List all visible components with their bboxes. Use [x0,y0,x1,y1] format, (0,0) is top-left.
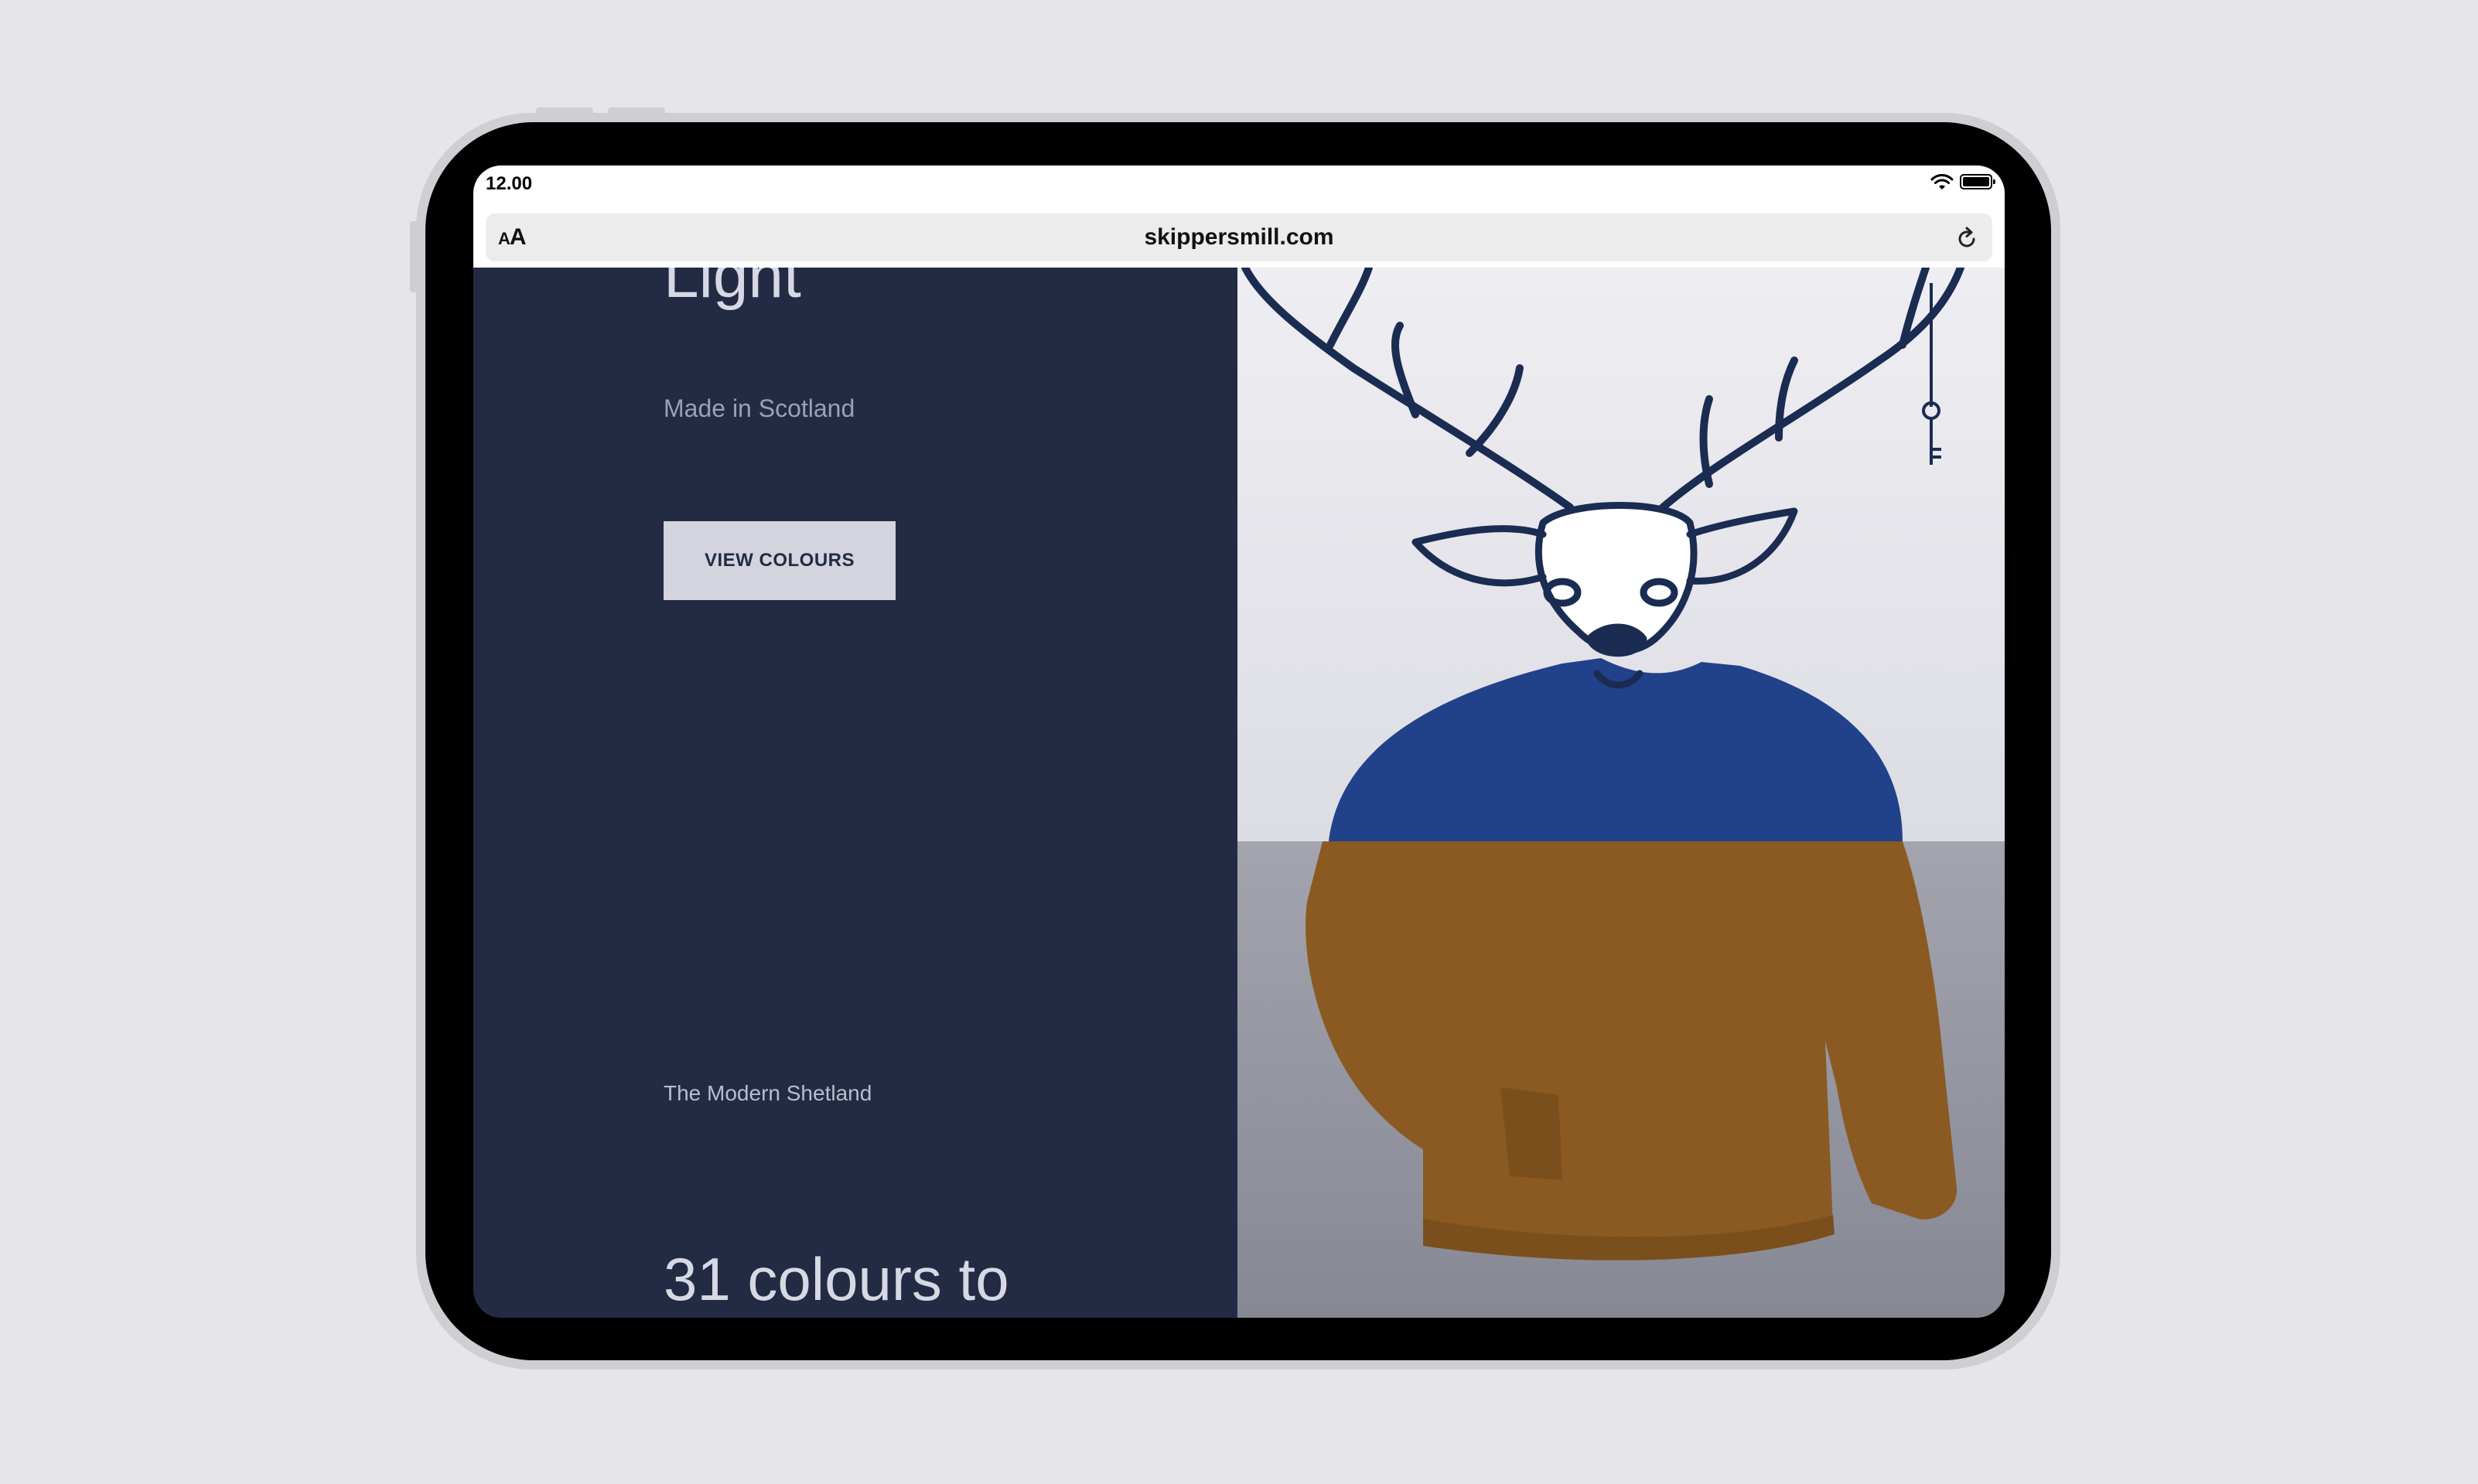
battery-icon [1960,174,1995,189]
brown-sweater-shape [1306,841,1957,1259]
antlers [1241,268,1964,511]
status-time: 12.00 [486,173,533,194]
sweater-cuff [1500,1087,1562,1180]
page-content: Light Made in Scotland VIEW COLOURS The … [473,268,2005,1318]
volume-down-button-hw [608,107,665,114]
reload-icon[interactable] [1954,226,1980,252]
hero-subtitle: Made in Scotland [664,394,855,422]
view-colours-button[interactable]: VIEW COLOURS [664,521,896,600]
battery-cap [1993,179,1995,184]
section-label: The Modern Shetland [664,1081,872,1105]
colours-heading: 31 colours to [664,1245,1009,1313]
wifi-icon [1930,174,1954,189]
stag-head [1411,502,1798,689]
power-button-hw [410,221,418,292]
volume-up-button-hw [536,107,593,114]
browser-toolbar: AA skippersmill.com [473,204,2005,268]
address-bar[interactable]: AA skippersmill.com [486,213,1992,261]
stag-sweater-illustration [1241,268,1964,1261]
hero-title: Light [664,268,801,311]
status-bar: 12.00 [473,165,2005,204]
battery-level [1963,177,1989,186]
hero-image-panel [1237,268,2005,1318]
url-text[interactable]: skippersmill.com [486,224,1992,251]
device-screen: 12.00 AA skippersmill.com Light Made in … [473,165,2005,1318]
hero-text-panel: Light Made in Scotland VIEW COLOURS The … [473,268,1237,1318]
